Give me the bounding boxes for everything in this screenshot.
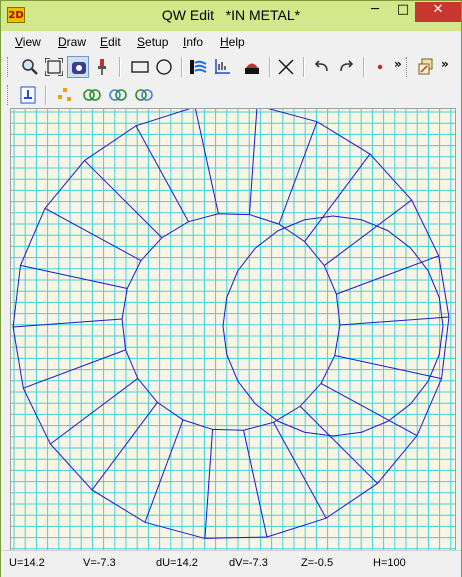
mesh-spoke — [23, 349, 126, 389]
mesh-spoke — [135, 125, 189, 222]
info-icon[interactable] — [17, 84, 39, 106]
menu-edit-accel: E — [100, 35, 109, 49]
redo-icon[interactable] — [335, 56, 357, 78]
select-mode-icon[interactable] — [67, 56, 89, 78]
mesh-spoke — [323, 199, 412, 266]
menu-help[interactable]: Help — [220, 35, 245, 49]
overflow-icon[interactable]: » — [441, 57, 449, 71]
fit-view-icon[interactable] — [43, 56, 65, 78]
component-icon[interactable] — [241, 56, 263, 78]
menu-view[interactable]: View — [15, 35, 41, 49]
menu-view-accel: V — [15, 35, 23, 49]
mesh-spoke — [334, 355, 442, 380]
status-du: dU=14.2 — [156, 557, 198, 569]
mesh-spoke — [44, 207, 142, 262]
toolbar-separator — [269, 57, 271, 77]
menu-help-accel: H — [220, 35, 229, 49]
mesh-spoke — [278, 121, 318, 225]
mesh-spoke — [84, 160, 163, 239]
menu-view-label: iew — [22, 35, 41, 49]
mesh-drawing[interactable] — [11, 109, 455, 550]
mesh-spoke — [304, 153, 371, 242]
nodes-icon[interactable] — [53, 84, 75, 106]
zoom-icon[interactable] — [19, 56, 41, 78]
toolbar-grip[interactable] — [7, 57, 10, 77]
point-icon[interactable] — [369, 56, 391, 78]
hatch-icon[interactable] — [187, 56, 209, 78]
menu-help-label: elp — [228, 35, 245, 49]
menu-info[interactable]: Info — [183, 35, 203, 49]
circle-icon[interactable] — [153, 56, 175, 78]
mesh-spoke — [204, 429, 214, 539]
status-v: V=-7.3 — [83, 557, 116, 569]
toolbar-grip[interactable] — [7, 85, 10, 105]
status-h: H=100 — [373, 557, 406, 569]
secondary-toolbar — [1, 81, 461, 107]
mesh-spoke — [336, 255, 439, 295]
mesh-spoke — [91, 402, 158, 491]
toolbar-separator — [303, 57, 305, 77]
minimize-button[interactable]: ─ — [361, 2, 389, 22]
menu-info-label: nfo — [186, 35, 204, 49]
menu-draw-accel: D — [58, 35, 67, 49]
layers-icon[interactable] — [415, 56, 437, 78]
menu-bar: View Draw Edit Setup Info Help — [1, 31, 461, 53]
title-bar[interactable]: 2D QW Edit *IN METAL* ─ □ ✕ — [1, 1, 461, 31]
main-toolbar: » » — [1, 53, 461, 81]
status-z: Z=-0.5 — [301, 557, 334, 569]
ring-dual-icon[interactable] — [133, 84, 155, 106]
menu-draw-label: raw — [66, 35, 87, 49]
axes-icon[interactable] — [211, 56, 233, 78]
menu-setup-label: etup — [145, 35, 169, 49]
menu-setup-accel: S — [137, 35, 146, 49]
mesh-spoke — [144, 419, 184, 523]
ring-green-icon[interactable] — [81, 84, 103, 106]
mesh-spoke — [50, 378, 139, 445]
toolbar-separator — [181, 57, 183, 77]
probe-icon[interactable] — [91, 56, 113, 78]
ring-blue-green-icon[interactable] — [107, 84, 129, 106]
menu-edit-label: dit — [108, 35, 121, 49]
overflow-icon[interactable]: » — [394, 57, 402, 71]
app-window: 2D QW Edit *IN METAL* ─ □ ✕ View Draw Ed… — [0, 0, 462, 577]
mesh-spoke — [243, 430, 268, 538]
menu-draw[interactable]: Draw — [58, 35, 86, 49]
menu-edit[interactable]: Edit — [100, 35, 121, 49]
maximize-button[interactable]: □ — [389, 2, 417, 22]
drawing-canvas[interactable] — [10, 108, 456, 551]
rectangle-icon[interactable] — [129, 56, 151, 78]
mesh-spoke — [13, 318, 123, 328]
close-button[interactable]: ✕ — [415, 2, 461, 22]
toolbar-separator — [119, 57, 121, 77]
status-u: U=14.2 — [9, 557, 45, 569]
status-bar: U=14.2 V=-7.3 dU=14.2 dV=-7.3 Z=-0.5 H=1… — [1, 550, 461, 577]
toolbar-separator — [363, 57, 365, 77]
mesh-spoke — [248, 109, 258, 215]
toolbar-separator — [45, 85, 47, 105]
menu-setup[interactable]: Setup — [137, 35, 168, 49]
status-dv: dV=-7.3 — [229, 557, 268, 569]
mesh-spoke — [194, 109, 219, 214]
delete-cross-icon[interactable] — [275, 56, 297, 78]
undo-icon[interactable] — [311, 56, 333, 78]
toolbar-grip[interactable] — [406, 57, 409, 77]
